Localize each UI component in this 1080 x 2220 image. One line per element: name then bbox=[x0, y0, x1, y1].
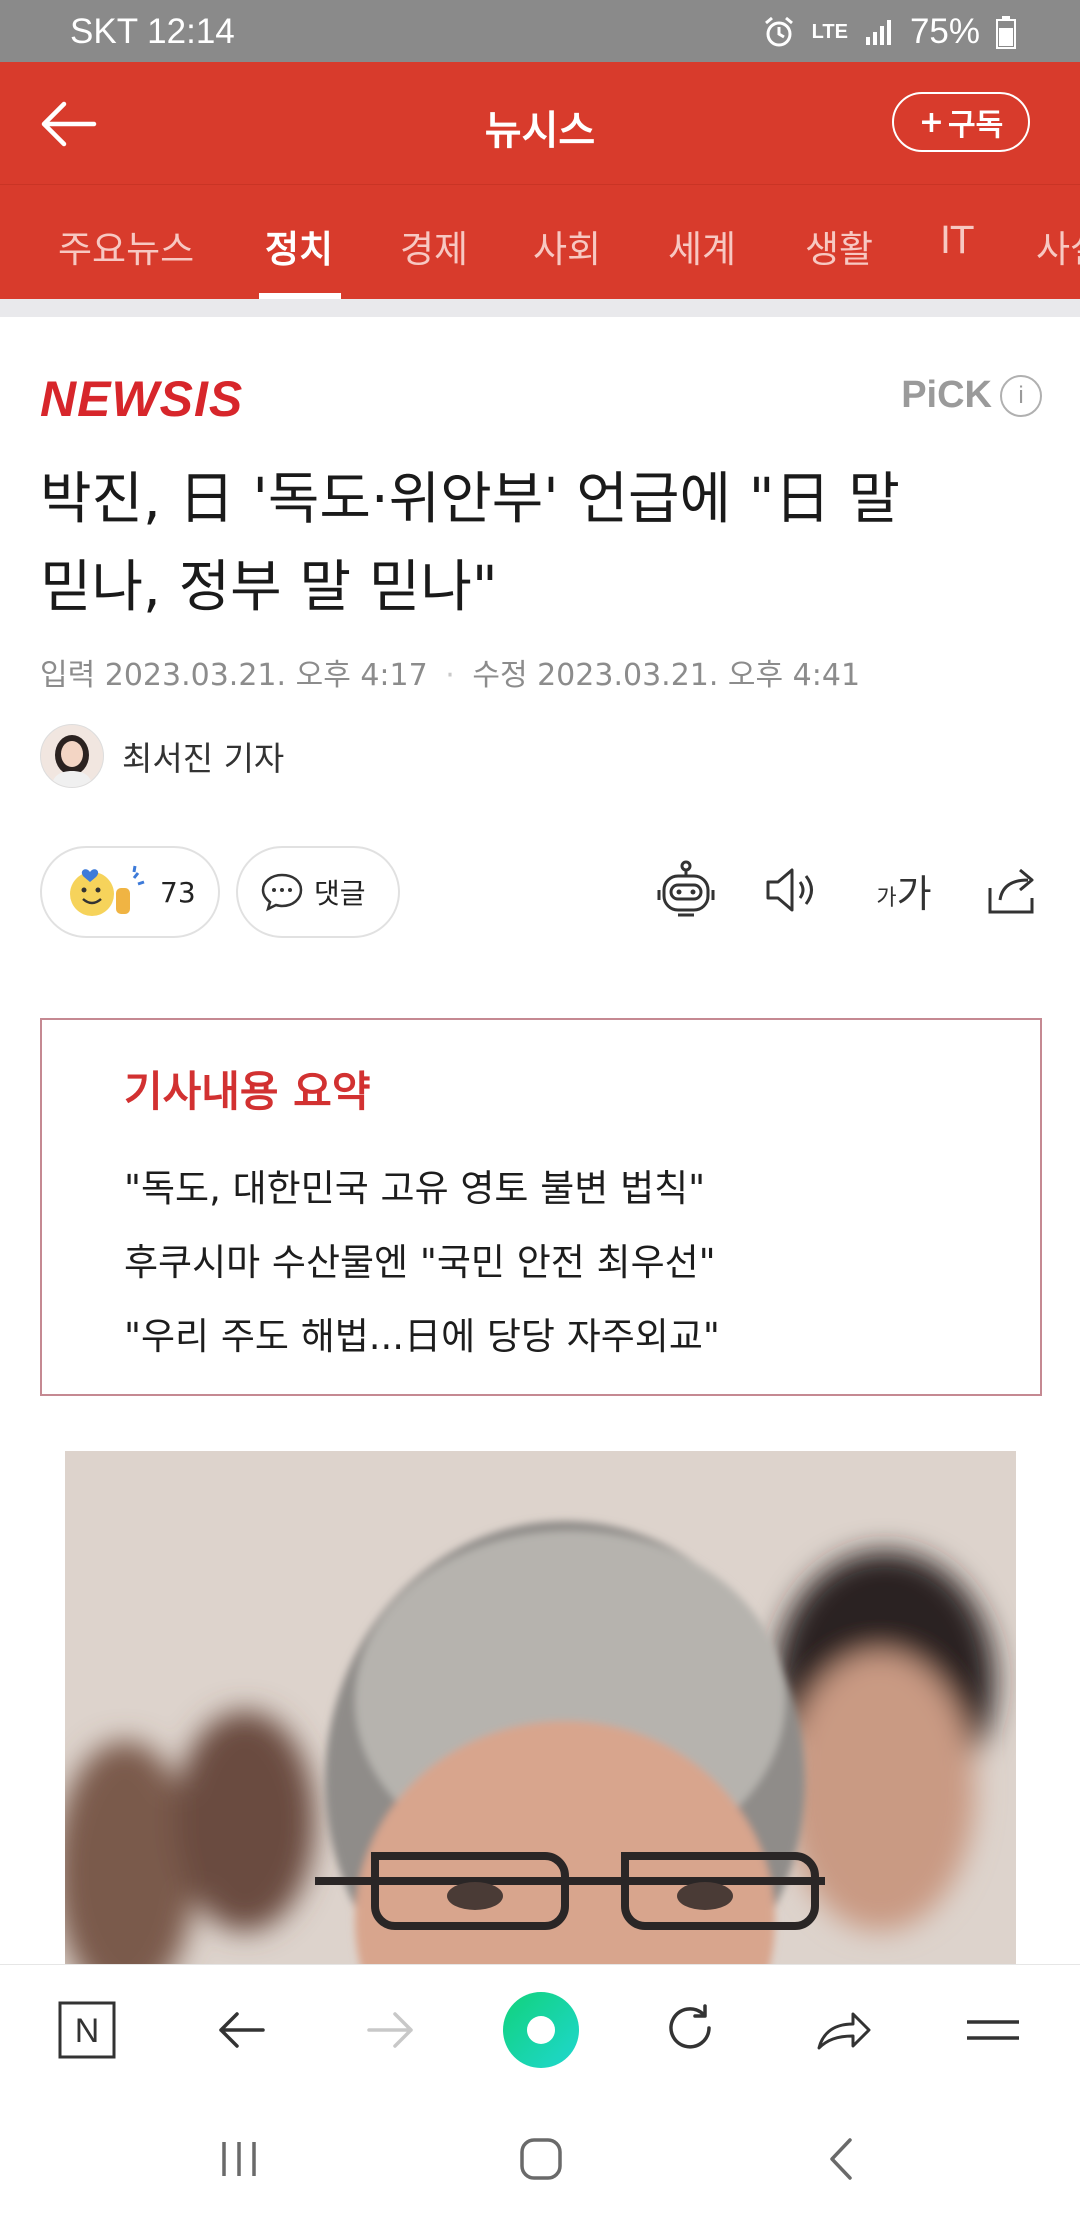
comment-label: 댓글 bbox=[314, 877, 366, 910]
tab-main-news[interactable]: 주요뉴스 bbox=[58, 219, 194, 273]
browser-toolbar: N bbox=[0, 1964, 1080, 2095]
comment-icon bbox=[261, 873, 303, 912]
headline-line: 믿나, 정부 말 믿나" bbox=[40, 555, 498, 620]
ai-summary-button[interactable] bbox=[654, 858, 718, 922]
green-dot-icon bbox=[503, 1992, 579, 2068]
battery-percent: 75% bbox=[909, 12, 980, 51]
article-headline: 박진, 日 '독도·위안부' 언급에 "日 말 믿나, 정부 말 믿나" bbox=[40, 456, 1040, 632]
tab-it[interactable]: IT bbox=[940, 219, 974, 262]
edit-label: 수정 bbox=[472, 658, 528, 693]
speaker-icon bbox=[766, 868, 813, 912]
network-type: LTE bbox=[811, 20, 848, 43]
article-photo[interactable] bbox=[65, 1451, 1016, 1964]
tab-politics[interactable]: 정치 bbox=[265, 219, 333, 273]
summary-title: 기사내용 요약 bbox=[124, 1067, 371, 1116]
tab-life[interactable]: 생활 bbox=[805, 219, 873, 273]
headline-line: 박진, 日 '독도·위안부' 언급에 "日 말 bbox=[40, 467, 900, 532]
chevron-left-icon bbox=[830, 2138, 852, 2180]
tab-world[interactable]: 세계 bbox=[668, 219, 736, 273]
refresh-icon bbox=[669, 2004, 711, 2049]
summary-line: "독도, 대한민국 고유 영토 불변 법칙" bbox=[124, 1167, 706, 1210]
alarm-icon bbox=[764, 16, 793, 47]
app-header: 뉴시스 + 구독 bbox=[0, 62, 1080, 184]
status-icons: LTE 75% bbox=[762, 12, 1016, 52]
menu-icon bbox=[967, 2020, 1019, 2040]
carrier-time: SKT 12:14 bbox=[70, 12, 235, 51]
refresh-button[interactable] bbox=[656, 1995, 726, 2065]
svg-text:N: N bbox=[75, 2012, 100, 2050]
browser-share-button[interactable] bbox=[808, 1995, 878, 2065]
share-button[interactable] bbox=[980, 858, 1044, 922]
article-dates: 입력 2023.03.21. 오후 4:17 · 수정 2023.03.21. … bbox=[40, 650, 860, 694]
system-back-button[interactable] bbox=[808, 2124, 878, 2194]
signal-icon bbox=[865, 20, 891, 45]
system-navigation-bar bbox=[0, 2094, 1080, 2220]
robot-icon bbox=[657, 860, 715, 917]
arrow-left-icon bbox=[219, 2012, 265, 2048]
input-date: 2023.03.21. 오후 4:17 bbox=[104, 658, 428, 693]
author-row[interactable]: 최서진 기자 bbox=[40, 724, 284, 788]
share-icon bbox=[988, 868, 1034, 914]
photo-image bbox=[65, 1451, 1016, 1964]
share-arrow-icon bbox=[817, 2012, 871, 2050]
tab-editorial[interactable]: 사설 bbox=[1036, 219, 1080, 273]
home-icon bbox=[520, 2138, 562, 2180]
reaction-emoji-icon bbox=[70, 865, 145, 916]
category-tabs: 주요뉴스 정치 경제 사회 세계 생활 IT 사설 bbox=[0, 184, 1080, 300]
naver-home-button[interactable]: N bbox=[52, 1995, 122, 2065]
menu-button[interactable] bbox=[958, 1995, 1028, 2065]
summary-line: 후쿠시마 수산물엔 "국민 안전 최우선" bbox=[124, 1241, 716, 1284]
recent-apps-icon bbox=[222, 2142, 256, 2176]
naver-n-icon: N bbox=[58, 2001, 116, 2059]
summary-line: "우리 주도 해법...日에 당당 자주외교" bbox=[124, 1315, 720, 1358]
date-separator: · bbox=[445, 658, 455, 693]
text-to-speech-button[interactable] bbox=[758, 858, 822, 922]
author-name[interactable]: 최서진 기자 bbox=[122, 732, 284, 780]
article-summary-box: 기사내용 요약 "독도, 대한민국 고유 영토 불변 법칙" 후쿠시마 수산물엔… bbox=[40, 1018, 1042, 1396]
tab-society[interactable]: 사회 bbox=[533, 219, 601, 273]
font-size-button[interactable]: 가 가 bbox=[866, 858, 942, 922]
subscribe-label: 구독 bbox=[947, 108, 1004, 143]
plus-icon: + bbox=[918, 104, 944, 140]
comment-button[interactable]: 댓글 bbox=[236, 846, 400, 938]
person-icon bbox=[51, 735, 93, 787]
tab-economy[interactable]: 경제 bbox=[400, 219, 468, 273]
browser-back-button[interactable] bbox=[206, 1995, 276, 2065]
battery-icon bbox=[996, 16, 1016, 49]
newsis-logo[interactable]: NEWSIS bbox=[40, 370, 243, 428]
reaction-button[interactable]: 73 bbox=[40, 846, 220, 938]
green-dot-button[interactable] bbox=[502, 1991, 580, 2069]
recent-apps-button[interactable] bbox=[204, 2124, 274, 2194]
divider bbox=[0, 299, 1080, 317]
home-button[interactable] bbox=[506, 2124, 576, 2194]
edit-date: 2023.03.21. 오후 4:41 bbox=[537, 658, 861, 693]
status-bar: SKT 12:14 LTE 75% bbox=[0, 0, 1080, 62]
arrow-right-icon bbox=[367, 2012, 413, 2048]
font-size-large: 가 bbox=[896, 871, 932, 916]
author-avatar[interactable] bbox=[40, 724, 104, 788]
pick-badge[interactable]: PiCK i bbox=[901, 374, 1042, 417]
info-icon[interactable]: i bbox=[1000, 374, 1042, 417]
reaction-count: 73 bbox=[160, 875, 196, 909]
browser-forward-button[interactable] bbox=[356, 1995, 426, 2065]
subscribe-button[interactable]: + 구독 bbox=[892, 92, 1030, 152]
font-size-small: 가 bbox=[876, 886, 897, 911]
input-label: 입력 bbox=[40, 658, 96, 693]
pick-label: PiCK bbox=[901, 374, 992, 416]
